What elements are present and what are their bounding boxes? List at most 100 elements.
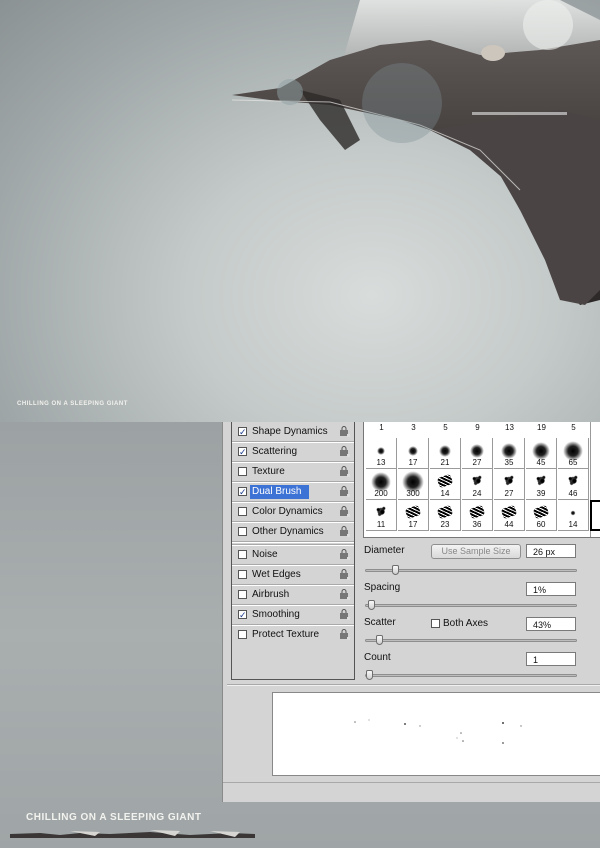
option-label: Wet Edges — [252, 569, 301, 580]
diameter-label: Diameter — [364, 545, 405, 556]
brush-tip[interactable]: 24 — [462, 469, 493, 500]
artwork-caption-small: CHILLING ON A SLEEPING GIANT — [17, 401, 128, 407]
brush-tip-grid: 1 3 5 9 13 19 5 13 17 21 27 35 45 65 200… — [363, 422, 600, 538]
brush-tip[interactable]: 21 — [430, 438, 461, 469]
scatter-slider[interactable] — [365, 635, 577, 645]
dual-brush-checkbox[interactable]: ✓ — [238, 487, 247, 497]
lock-icon[interactable] — [339, 526, 350, 537]
brush-size-label: 13 — [505, 423, 514, 432]
brush-tip[interactable]: 17 — [398, 438, 429, 469]
brush-tip[interactable]: 36 — [462, 500, 493, 531]
airbrush-checkbox[interactable] — [238, 590, 247, 599]
brush-tip[interactable]: 27 — [494, 469, 525, 500]
option-wet-edges[interactable]: Wet Edges — [232, 566, 354, 584]
option-smoothing[interactable]: ✓ Smoothing — [232, 606, 354, 624]
wet-edges-checkbox[interactable] — [238, 570, 247, 579]
protect-texture-checkbox[interactable] — [238, 630, 247, 639]
brush-size-label: 1 — [379, 423, 384, 432]
brush-tip[interactable]: 27 — [462, 438, 493, 469]
floating-mountain-illustration — [231, 0, 600, 305]
lock-icon[interactable] — [339, 629, 350, 640]
option-shape-dynamics[interactable]: ✓ Shape Dynamics — [232, 423, 354, 441]
option-scattering[interactable]: ✓ Scattering — [232, 443, 354, 461]
scattering-checkbox[interactable]: ✓ — [238, 447, 247, 457]
smoothing-checkbox[interactable]: ✓ — [238, 610, 247, 620]
lock-icon[interactable] — [339, 506, 350, 517]
option-dual-brush[interactable]: ✓ Dual Brush — [232, 483, 354, 501]
brush-size-label: 19 — [537, 423, 546, 432]
option-protect-texture[interactable]: Protect Texture — [232, 626, 354, 644]
other-dynamics-checkbox[interactable] — [238, 527, 247, 536]
option-airbrush[interactable]: Airbrush — [232, 586, 354, 604]
count-slider[interactable] — [365, 670, 577, 680]
lock-icon[interactable] — [339, 549, 350, 560]
stroke-preview-specks — [354, 719, 522, 744]
selected-brush-tip[interactable] — [590, 500, 600, 531]
option-other-dynamics[interactable]: Other Dynamics — [232, 523, 354, 541]
option-label: Color Dynamics — [252, 506, 323, 517]
lock-icon[interactable] — [339, 486, 350, 497]
lock-icon[interactable] — [339, 609, 350, 620]
both-axes-checkbox[interactable] — [431, 619, 440, 628]
scatter-field[interactable]: 43% — [526, 617, 576, 631]
brush-stroke-preview — [272, 692, 600, 776]
option-label: Other Dynamics — [252, 526, 324, 537]
brush-tip[interactable]: 13 — [366, 438, 397, 469]
option-label: Texture — [252, 466, 285, 477]
brush-tip[interactable]: 14 — [430, 469, 461, 500]
brush-tip[interactable]: 11 — [366, 500, 397, 531]
brush-tip[interactable]: 23 — [430, 500, 461, 531]
brush-tip[interactable]: 200 — [366, 469, 397, 500]
brush-size-label: 9 — [475, 423, 480, 432]
count-slider-thumb[interactable] — [366, 670, 373, 680]
brush-tip[interactable]: 39 — [526, 469, 557, 500]
lock-icon[interactable] — [339, 569, 350, 580]
use-sample-size-button[interactable]: Use Sample Size — [431, 544, 521, 559]
lock-icon[interactable] — [339, 589, 350, 600]
brush-tip[interactable]: 65 — [558, 438, 589, 469]
spacing-label: Spacing — [364, 582, 401, 593]
spacing-field[interactable]: 1% — [526, 582, 576, 596]
noise-checkbox[interactable] — [238, 550, 247, 559]
panel-footer-line — [223, 782, 600, 783]
option-color-dynamics[interactable]: Color Dynamics — [232, 503, 354, 521]
brush-tip[interactable]: 14 — [558, 500, 589, 531]
option-label: Noise — [252, 549, 278, 560]
brush-tip[interactable]: 35 — [494, 438, 525, 469]
color-dynamics-checkbox[interactable] — [238, 507, 247, 516]
scatter-slider-thumb[interactable] — [376, 635, 383, 645]
shape-dynamics-checkbox[interactable]: ✓ — [238, 427, 247, 437]
brushes-panel: ✓ Shape Dynamics ✓ Scattering Texture ✓ … — [222, 422, 600, 802]
brush-tip[interactable]: 46 — [558, 469, 589, 500]
brush-tip[interactable]: 60 — [526, 500, 557, 531]
lock-icon[interactable] — [339, 446, 350, 457]
lock-icon[interactable] — [339, 466, 350, 477]
texture-checkbox[interactable] — [238, 467, 247, 476]
count-field[interactable]: 1 — [526, 652, 576, 666]
brush-tip[interactable]: 300 — [398, 469, 429, 500]
spacing-slider[interactable] — [365, 600, 577, 610]
option-noise[interactable]: Noise — [232, 546, 354, 564]
option-label: Smoothing — [252, 609, 300, 620]
option-label: Dual Brush — [250, 485, 310, 499]
panel-divider — [227, 684, 600, 686]
lock-icon[interactable] — [339, 426, 350, 437]
artwork-caption-large: CHILLING ON A SLEEPING GIANT — [26, 812, 202, 823]
brush-tip[interactable]: 44 — [494, 500, 525, 531]
artwork-top: CHILLING ON A SLEEPING GIANT — [0, 0, 600, 422]
scatter-label: Scatter — [364, 617, 396, 628]
option-label: Protect Texture — [252, 629, 320, 640]
brush-size-label: 5 — [571, 423, 576, 432]
brush-tip[interactable]: 17 — [398, 500, 429, 531]
diameter-slider-thumb[interactable] — [392, 565, 399, 575]
option-label: Airbrush — [252, 589, 290, 600]
spacing-slider-thumb[interactable] — [368, 600, 375, 610]
option-label: Shape Dynamics — [252, 426, 328, 437]
both-axes-label: Both Axes — [443, 618, 489, 629]
rubble-strip — [10, 830, 255, 838]
option-label: Scattering — [252, 446, 298, 457]
brush-tip[interactable]: 45 — [526, 438, 557, 469]
diameter-slider[interactable] — [365, 565, 577, 575]
option-texture[interactable]: Texture — [232, 463, 354, 481]
diameter-field[interactable]: 26 px — [526, 544, 576, 558]
